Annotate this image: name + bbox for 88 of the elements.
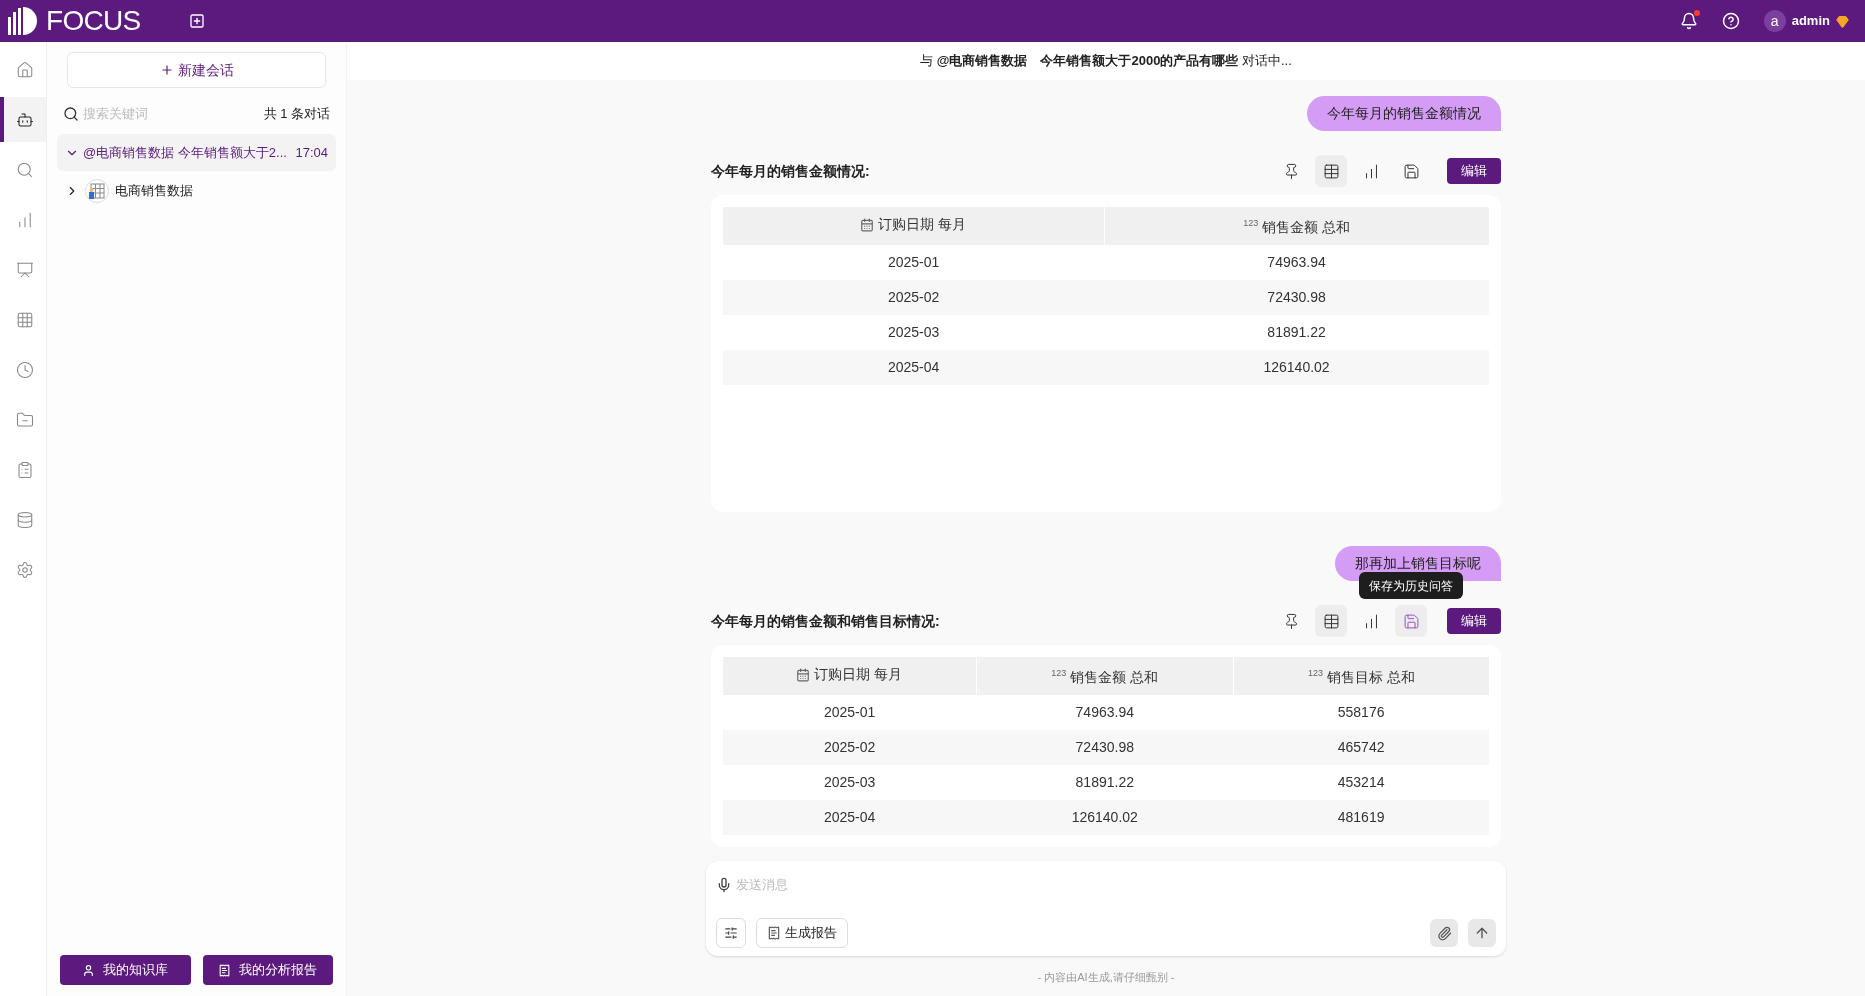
table-icon	[1322, 612, 1340, 630]
table-cell: 81891.22	[1104, 315, 1489, 350]
ai-disclaimer: - 内容由AI生成,请仔细甄别 -	[1037, 971, 1175, 983]
clock-icon	[16, 360, 34, 379]
edit-button[interactable]: 编辑	[1447, 608, 1501, 634]
search-icon	[63, 106, 79, 122]
table-cell: 453214	[1233, 765, 1489, 800]
sliders-icon	[724, 926, 738, 940]
edit-button[interactable]: 编辑	[1447, 158, 1501, 184]
user-icon	[82, 963, 96, 977]
table-cell: 72430.98	[1104, 280, 1489, 315]
column-label: 销售金额 总和	[1070, 667, 1159, 687]
report-icon	[767, 926, 781, 940]
column-label: 订购日期 每月	[814, 665, 903, 685]
table-cell: 2025-04	[723, 350, 1105, 385]
add-tab-icon[interactable]	[188, 13, 205, 29]
settings-button[interactable]	[716, 918, 746, 948]
table-cell: 81891.22	[976, 765, 1234, 800]
logo-text: FOCUS	[46, 4, 141, 38]
table-cell: 465742	[1233, 730, 1489, 765]
table-cell: 74963.94	[1104, 245, 1489, 280]
knowledge-base-button[interactable]: 我的知识库	[60, 955, 191, 985]
session-item[interactable]: @电商销售数据 今年销售额大于2... 17:04	[57, 134, 336, 171]
toolbar-button[interactable]	[1315, 155, 1347, 187]
session-time: 17:04	[295, 143, 328, 162]
table-cell: 2025-03	[723, 765, 977, 800]
send-button[interactable]	[1468, 919, 1496, 947]
session-title: @电商销售数据 今年销售额大于2...	[83, 143, 288, 162]
answer-title: 今年每月的销售金额和销售目标情况:	[711, 611, 940, 631]
logo-icon	[8, 7, 38, 35]
gem-icon	[1836, 14, 1849, 28]
nav-item[interactable]	[0, 97, 46, 142]
toolbar-button[interactable]	[1315, 605, 1347, 637]
dataset-icon	[85, 179, 109, 203]
paperclip-icon	[1436, 925, 1452, 941]
tooltip: 保存为历史问答	[1359, 572, 1463, 599]
table-cell: 2025-02	[723, 730, 977, 765]
presentation-icon	[16, 260, 34, 279]
bar-chart-icon	[16, 210, 34, 229]
calendar-icon	[860, 217, 875, 232]
clipboard-icon	[16, 460, 34, 479]
avatar[interactable]: a	[1763, 10, 1786, 32]
table-cell: 2025-04	[723, 800, 977, 835]
robot-icon	[16, 110, 34, 129]
table-icon	[1322, 162, 1340, 180]
calendar-icon	[796, 667, 811, 682]
question-bubble: 今年每月的销售金额情况	[1307, 96, 1501, 131]
table-cell: 74963.94	[976, 695, 1234, 730]
attach-button[interactable]	[1430, 919, 1458, 947]
dataset-item[interactable]: 电商销售数据	[57, 171, 336, 211]
save-icon	[1402, 162, 1420, 180]
column-label: 销售金额 总和	[1262, 217, 1351, 237]
settings-icon	[16, 560, 34, 579]
conversation-header: 与 @电商销售数据 今年销售额大于2000的产品有哪些 对话中...	[920, 52, 1292, 71]
grid-icon	[16, 310, 34, 329]
message-field[interactable]: 发送消息	[736, 875, 1496, 895]
help-icon[interactable]	[1721, 12, 1740, 30]
microphone-icon[interactable]	[716, 876, 732, 893]
table-cell: 2025-01	[723, 695, 977, 730]
new-session-button[interactable]: 新建会话	[67, 52, 326, 88]
database-icon	[16, 510, 34, 529]
home-icon	[16, 60, 34, 79]
search-icon	[16, 160, 34, 179]
dataset-name: 电商销售数据	[115, 182, 193, 201]
user-name[interactable]: admin	[1791, 11, 1830, 31]
column-label: 订购日期 每月	[878, 215, 967, 235]
bell-icon[interactable]	[1679, 12, 1698, 30]
table-cell: 126140.02	[1104, 350, 1489, 385]
column-label: 销售目标 总和	[1326, 667, 1415, 687]
generate-report-button[interactable]: 生成报告	[756, 918, 848, 948]
number-type-mark: 123	[1243, 218, 1259, 228]
table-cell: 126140.02	[976, 800, 1234, 835]
search-field[interactable]: 搜索关键词	[83, 104, 203, 124]
table-cell: 2025-03	[723, 315, 1105, 350]
number-type-mark: 123	[1307, 668, 1323, 678]
table-cell: 72430.98	[976, 730, 1234, 765]
number-type-mark: 123	[1051, 668, 1067, 678]
folder-icon	[16, 410, 34, 429]
save-icon	[1402, 612, 1420, 630]
table-cell: 481619	[1233, 800, 1489, 835]
table-cell: 2025-01	[723, 245, 1105, 280]
analysis-report-button[interactable]: 我的分析报告	[202, 955, 333, 985]
conversation-count: 共 1 条对话	[263, 105, 330, 124]
table-cell: 2025-02	[723, 280, 1105, 315]
report-icon	[218, 963, 232, 977]
table-cell: 558176	[1233, 695, 1489, 730]
plus-icon	[159, 63, 174, 77]
answer-title: 今年每月的销售金额情况:	[711, 161, 870, 181]
